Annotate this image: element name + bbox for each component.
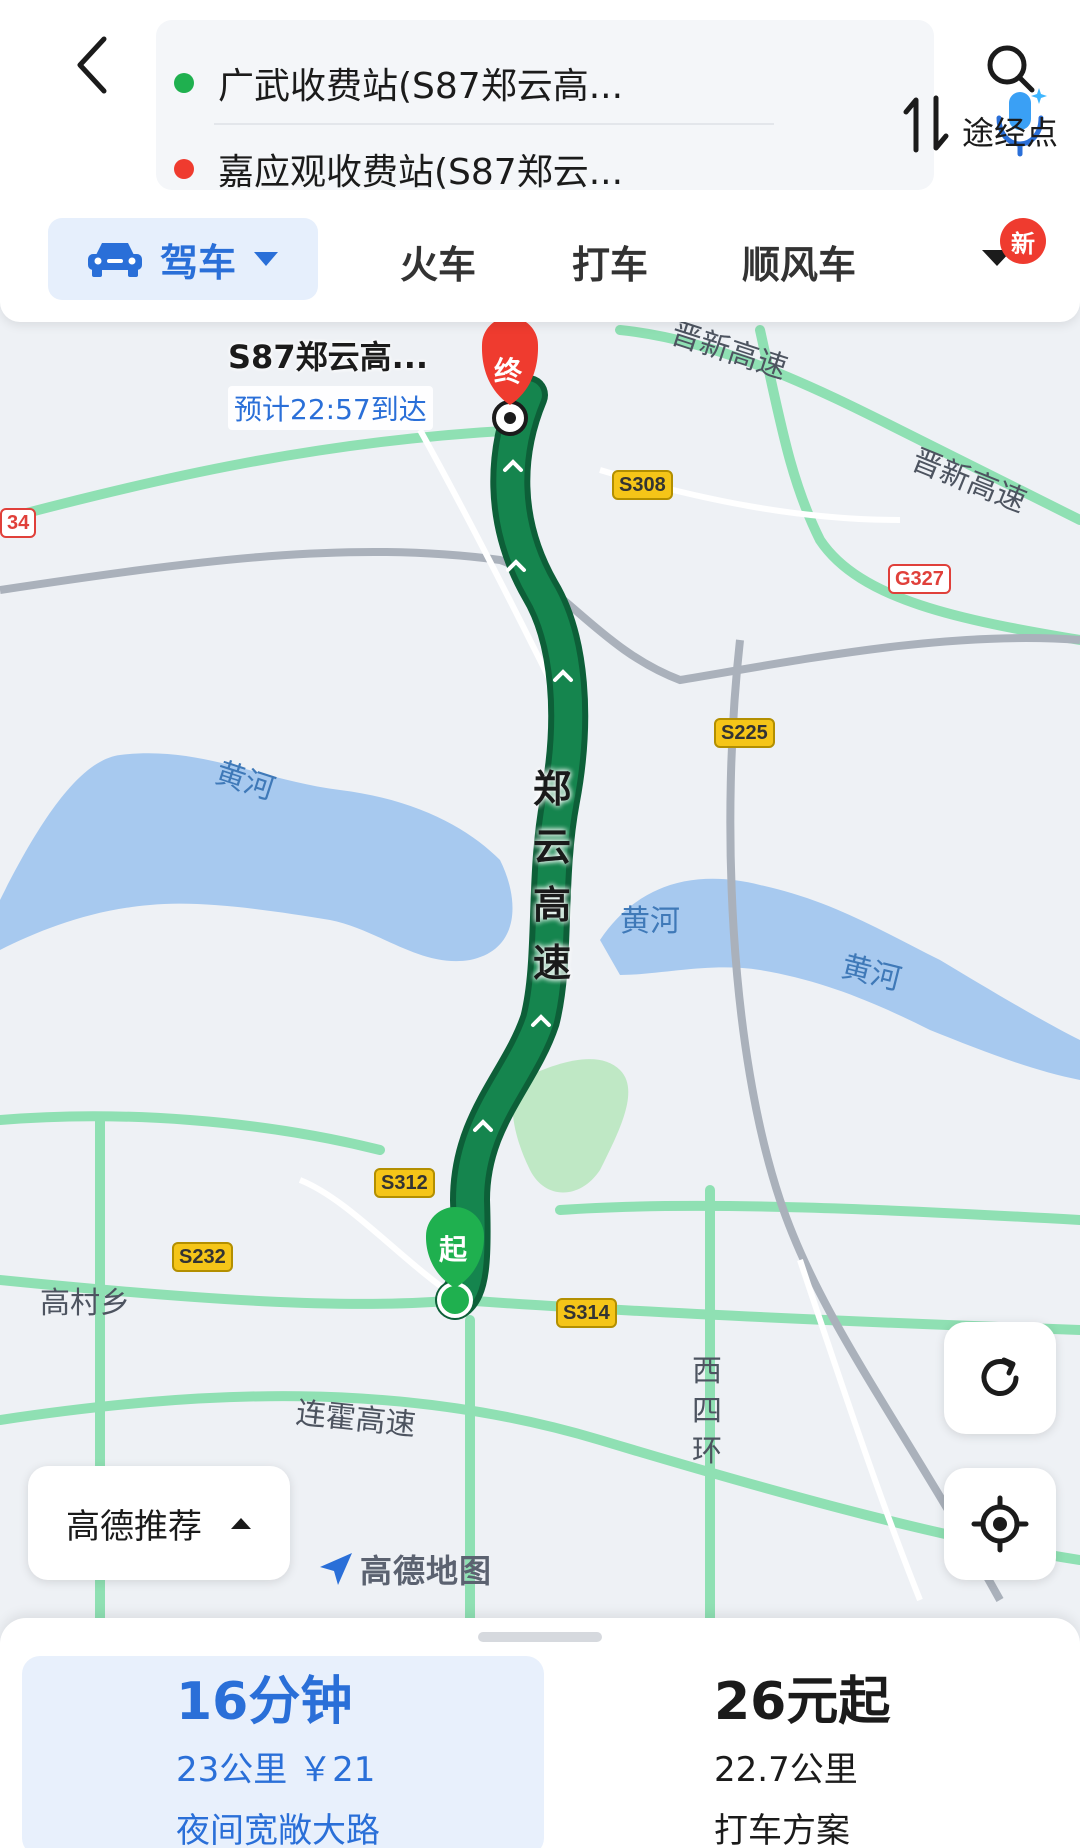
tab-taxi[interactable]: 打车 bbox=[572, 234, 648, 289]
taxi-tag: 打车方案 bbox=[714, 1811, 850, 1848]
tab-train[interactable]: 火车 bbox=[400, 234, 476, 289]
address-divider bbox=[214, 123, 774, 125]
origin-field[interactable]: 广武收费站(S87郑云高... bbox=[174, 48, 734, 118]
mode-tabs: 驾车 火车 打车 顺风车 新 bbox=[0, 218, 1080, 308]
tab-carpool[interactable]: 顺风车 bbox=[742, 234, 856, 289]
amap-logo-icon bbox=[320, 1553, 352, 1585]
waypoint-button[interactable]: 途经点 bbox=[950, 40, 1070, 170]
caret-down-icon bbox=[254, 252, 278, 266]
destination-info[interactable]: S87郑云高... 预计22:57到达 bbox=[228, 332, 433, 430]
taxi-distance: 22.7公里 bbox=[714, 1750, 858, 1790]
route-address-box: 广武收费站(S87郑云高... 嘉应观收费站(S87郑云... bbox=[156, 20, 1047, 193]
road-badge-g327: G327 bbox=[888, 564, 951, 594]
amap-logo-text: 高德地图 bbox=[360, 1552, 493, 1590]
plan-time: 16分钟 bbox=[176, 1672, 353, 1732]
map-label-gaocun: 高村乡 bbox=[40, 1286, 130, 1321]
taxi-price: 26元起 bbox=[714, 1672, 891, 1732]
map-label-river-2: 黄河 bbox=[620, 904, 680, 939]
new-badge: 新 bbox=[1000, 218, 1046, 264]
chevron-left-icon bbox=[77, 36, 107, 94]
locate-icon bbox=[971, 1495, 1029, 1553]
tab-drive[interactable]: 驾车 bbox=[48, 218, 318, 300]
bottom-sheet: 16分钟 23公里 ￥21 夜间宽敞大路 26元起 22.7公里 打车方案 bbox=[0, 1618, 1080, 1848]
back-button[interactable] bbox=[62, 30, 122, 100]
taxi-plan-card[interactable]: 26元起 22.7公里 打车方案 bbox=[714, 1670, 890, 1848]
destination-text: 嘉应观收费站(S87郑云... bbox=[218, 152, 624, 193]
refresh-button[interactable] bbox=[944, 1322, 1056, 1434]
plan-distance-cost: 23公里 ￥21 bbox=[176, 1750, 376, 1790]
destination-field[interactable]: 嘉应观收费站(S87郑云... bbox=[174, 134, 734, 204]
top-panel: 广武收费站(S87郑云高... 嘉应观收费站(S87郑云... 途经点 驾车 火… bbox=[0, 0, 1080, 322]
start-marker-label: 起 bbox=[439, 1233, 468, 1266]
swap-button[interactable] bbox=[898, 92, 954, 156]
recommend-selector[interactable]: 高德推荐 bbox=[28, 1466, 290, 1580]
destination-name: S87郑云高... bbox=[228, 338, 429, 376]
swap-arrows-icon bbox=[903, 95, 949, 153]
tab-drive-label: 驾车 bbox=[159, 240, 236, 285]
locate-button[interactable] bbox=[944, 1468, 1056, 1580]
route-plan-card[interactable]: 16分钟 23公里 ￥21 夜间宽敞大路 bbox=[22, 1656, 544, 1848]
car-icon bbox=[87, 243, 142, 277]
road-badge-s225: S225 bbox=[714, 718, 775, 748]
map-label-xisihuan: 西四环 bbox=[692, 1354, 722, 1469]
end-marker-label: 终 bbox=[494, 355, 523, 388]
route-name-label: 郑云高速 bbox=[532, 767, 571, 985]
eta-label: 预计22:57到达 bbox=[228, 386, 433, 430]
destination-dot-icon bbox=[174, 159, 194, 179]
recommend-label: 高德推荐 bbox=[66, 1506, 202, 1547]
search-icon bbox=[987, 45, 1035, 93]
waypoint-label: 途经点 bbox=[961, 114, 1058, 152]
origin-text: 广武收费站(S87郑云高... bbox=[218, 66, 624, 107]
caret-up-icon bbox=[231, 1518, 251, 1529]
road-badge-s312: S312 bbox=[374, 1168, 435, 1198]
road-badge-s308: S308 bbox=[612, 470, 673, 500]
road-badge-34: 34 bbox=[0, 508, 37, 538]
plan-tag: 夜间宽敞大路 bbox=[176, 1811, 380, 1848]
amap-logo: 高德地图 bbox=[318, 1546, 492, 1592]
origin-dot-icon bbox=[174, 73, 194, 93]
refresh-icon bbox=[981, 1357, 1019, 1396]
road-badge-s232: S232 bbox=[172, 1242, 233, 1272]
road-badge-s314: S314 bbox=[556, 1298, 617, 1328]
sheet-handle[interactable] bbox=[478, 1632, 602, 1642]
